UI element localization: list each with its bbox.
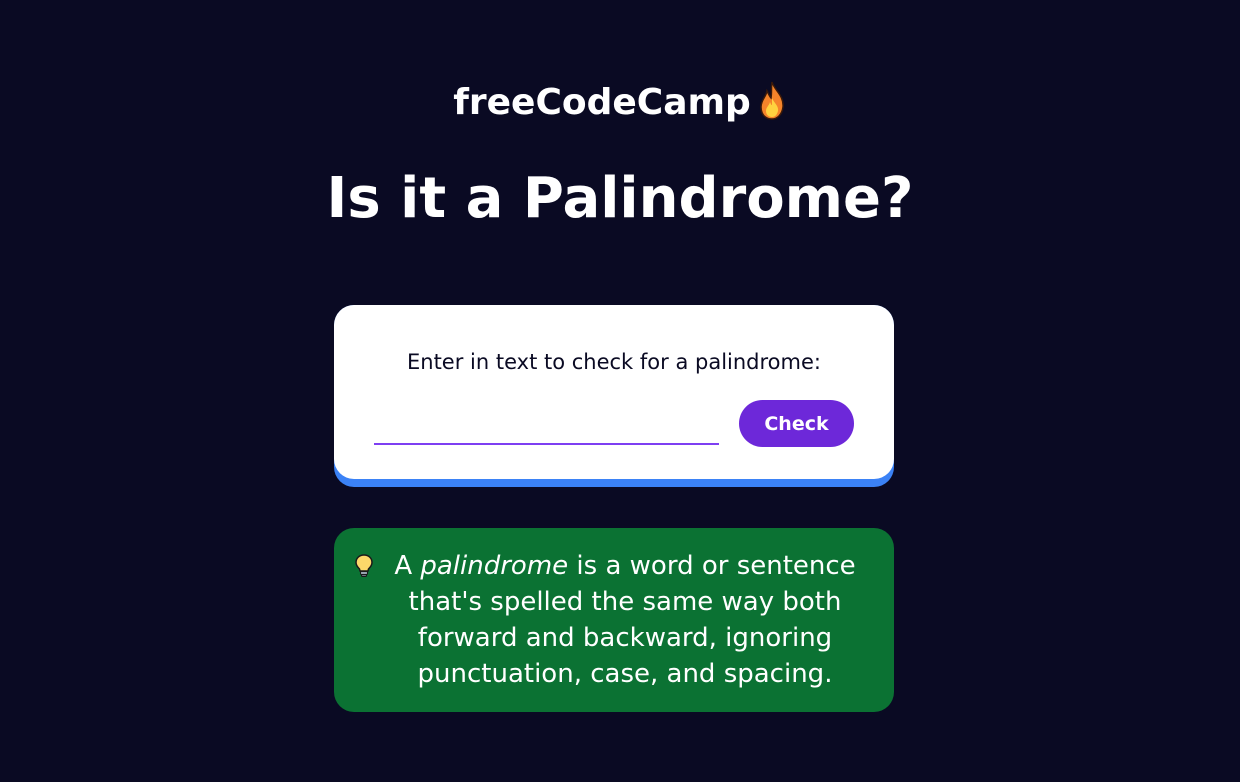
check-button[interactable]: Check <box>739 400 854 447</box>
definition-term: palindrome <box>420 551 569 581</box>
input-label: Enter in text to check for a palindrome: <box>407 350 821 374</box>
definition-prefix: A <box>394 551 421 581</box>
form-card-body: Enter in text to check for a palindrome:… <box>334 305 894 479</box>
lightbulb-icon <box>355 554 373 577</box>
definition-text: A palindrome is a word or sentence that'… <box>384 548 866 692</box>
palindrome-form-card: Enter in text to check for a palindrome:… <box>334 305 894 487</box>
brand-header: freeCodeCamp <box>0 78 1240 128</box>
fire-icon <box>760 81 784 120</box>
text-input[interactable] <box>374 405 719 445</box>
page-title: Is it a Palindrome? <box>326 166 914 231</box>
palindrome-definition-box: A palindrome is a word or sentence that'… <box>334 528 894 712</box>
brand-name: freeCodeCamp <box>453 82 751 123</box>
